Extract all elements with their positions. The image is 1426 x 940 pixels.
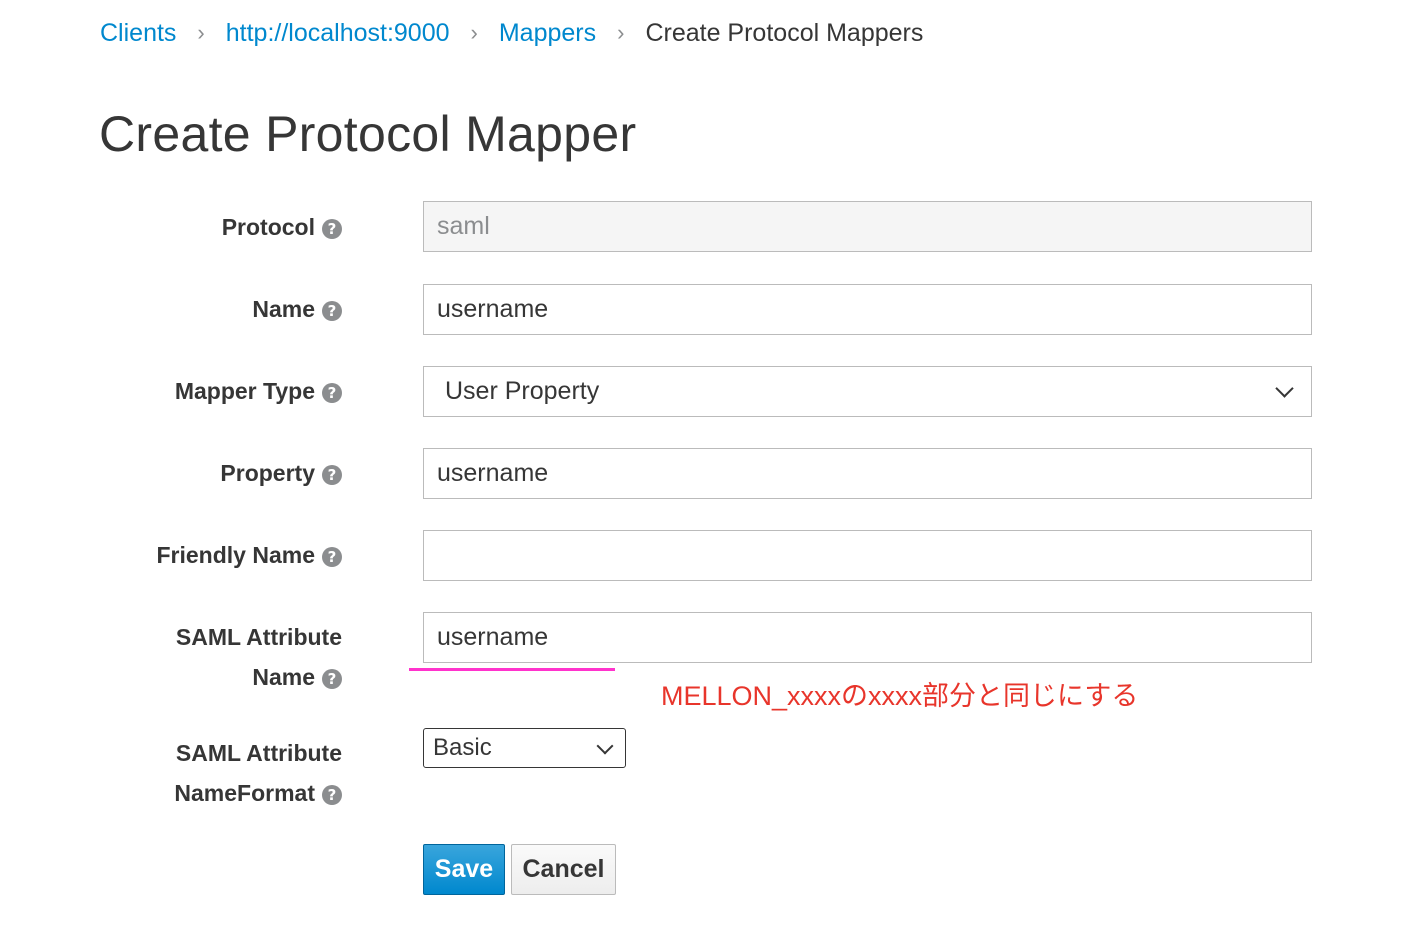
saml-attribute-name-label-line2: Name <box>252 664 315 690</box>
protocol-field: saml <box>423 201 1312 252</box>
breadcrumb-separator-icon: › <box>470 20 478 45</box>
friendly-name-input[interactable] <box>423 530 1312 581</box>
help-icon[interactable]: ? <box>322 465 342 485</box>
name-input[interactable] <box>423 284 1312 335</box>
help-icon[interactable]: ? <box>322 383 342 403</box>
help-icon[interactable]: ? <box>322 669 342 689</box>
name-label-text: Name <box>252 296 315 322</box>
breadcrumb: Clients › http://localhost:9000 › Mapper… <box>100 14 923 52</box>
protocol-label-text: Protocol <box>221 214 315 240</box>
annotation-text: MELLON_xxxxのxxxx部分と同じにする <box>661 681 1139 711</box>
save-button[interactable]: Save <box>423 844 505 895</box>
name-label: Name? <box>42 289 342 329</box>
property-label-text: Property <box>220 460 315 486</box>
protocol-value: saml <box>437 212 490 240</box>
friendly-name-label-text: Friendly Name <box>156 542 316 568</box>
help-icon[interactable]: ? <box>322 547 342 567</box>
page-title: Create Protocol Mapper <box>99 106 637 162</box>
breadcrumb-separator-icon: › <box>617 20 625 45</box>
property-input[interactable] <box>423 448 1312 499</box>
saml-attribute-name-input[interactable] <box>423 612 1312 663</box>
breadcrumb-clients-link[interactable]: Clients <box>100 14 176 52</box>
saml-attribute-nameformat-label-line1: SAML Attribute <box>175 740 342 766</box>
breadcrumb-current: Create Protocol Mappers <box>645 19 924 47</box>
mapper-type-value: User Property <box>445 377 600 405</box>
breadcrumb-client-link[interactable]: http://localhost:9000 <box>226 14 450 52</box>
saml-attribute-name-label-line1: SAML Attribute <box>175 624 342 650</box>
breadcrumb-separator-icon: › <box>197 20 205 45</box>
chevron-down-icon <box>596 737 614 754</box>
mapper-type-label-text: Mapper Type <box>174 378 315 404</box>
help-icon[interactable]: ? <box>322 785 342 805</box>
create-protocol-mapper-page: Clients › http://localhost:9000 › Mapper… <box>0 0 1426 940</box>
help-icon[interactable]: ? <box>322 301 342 321</box>
saml-attribute-nameformat-label-line2: NameFormat <box>174 780 315 806</box>
protocol-label: Protocol? <box>42 207 342 247</box>
mapper-type-label: Mapper Type? <box>42 371 342 411</box>
mapper-type-select[interactable]: User Property <box>423 366 1312 417</box>
friendly-name-label: Friendly Name? <box>42 535 342 575</box>
help-icon[interactable]: ? <box>322 219 342 239</box>
saml-attribute-name-label: SAML Attribute Name? <box>42 617 342 697</box>
nameformat-value: Basic <box>433 734 492 761</box>
saml-attribute-nameformat-label: SAML Attribute NameFormat? <box>42 733 342 813</box>
property-label: Property? <box>42 453 342 493</box>
breadcrumb-mappers-link[interactable]: Mappers <box>499 14 596 52</box>
cancel-button[interactable]: Cancel <box>511 844 616 895</box>
saml-attribute-nameformat-select[interactable]: Basic <box>423 728 626 768</box>
chevron-down-icon <box>1275 379 1294 398</box>
annotation-underline <box>409 668 615 671</box>
